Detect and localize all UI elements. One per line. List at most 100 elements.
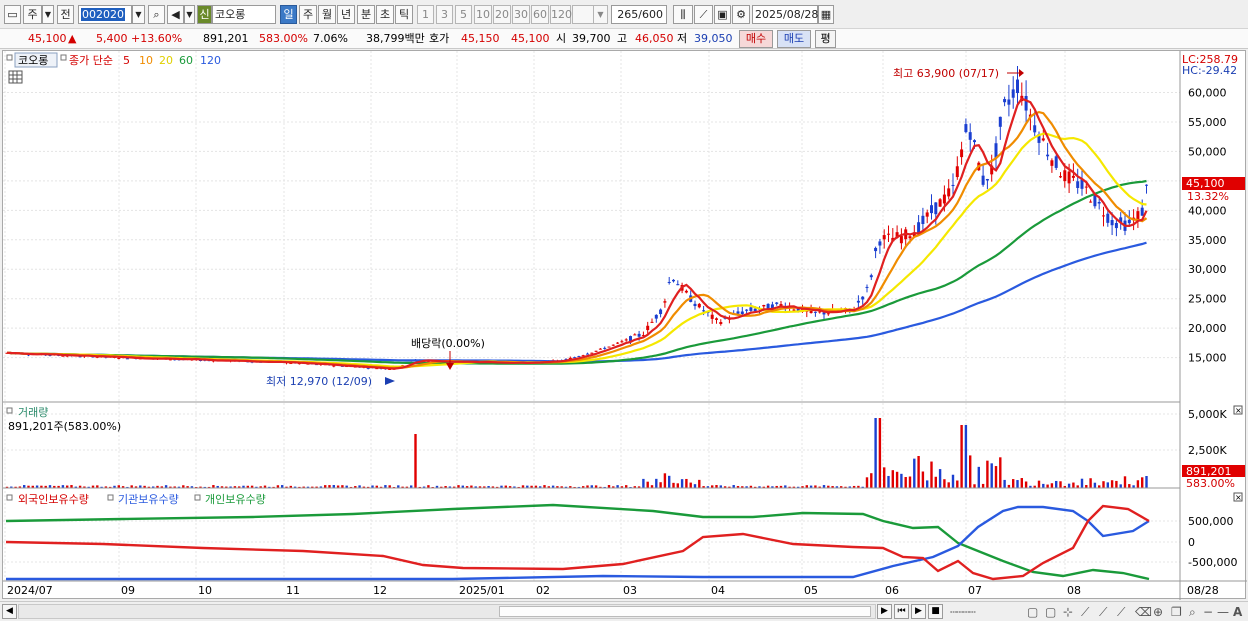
fan-icon[interactable]: ⟋ (1099, 605, 1107, 619)
dash-icon[interactable]: — (1217, 605, 1229, 619)
crosshair-icon[interactable]: ⊹ (1063, 605, 1073, 619)
ma120-label: 120 (200, 54, 221, 67)
tab-month[interactable]: 월 (318, 5, 336, 24)
minus-icon[interactable]: − (1203, 605, 1213, 619)
interval-120[interactable]: 120 (550, 5, 572, 24)
x-tick-label: 09 (121, 584, 135, 597)
volume-bar (999, 457, 1002, 488)
holding-handle-icon[interactable] (6, 494, 13, 501)
scroll-left-icon[interactable]: ◀ (2, 604, 17, 619)
interval-5[interactable]: 5 (455, 5, 472, 24)
interval-1[interactable]: 1 (417, 5, 434, 24)
eraser-icon[interactable]: ⌫ (1135, 605, 1152, 619)
price-chart-svg[interactable]: 60,00055,00050,00045,00040,00035,00030,0… (3, 51, 1247, 600)
volume-handle-icon[interactable] (6, 407, 13, 414)
y-tick-label: 2,500K (1188, 444, 1227, 457)
gear-icon[interactable]: ⚙ (732, 5, 750, 24)
tab-tick[interactable]: 틱 (395, 5, 413, 24)
chevron-down-icon[interactable]: ▼ (42, 5, 54, 24)
zoom-out-all-icon[interactable]: ▢ (1027, 605, 1038, 619)
scroll-right-icon[interactable]: ▶ (877, 604, 892, 619)
date-field[interactable]: 2025/08/28 (752, 5, 818, 24)
search-icon[interactable]: ⌕ (1189, 605, 1196, 619)
interval-30[interactable]: 30 (512, 5, 530, 24)
eval-button[interactable]: 평 (815, 30, 836, 48)
ma10-label: 10 (139, 54, 153, 67)
stop-icon[interactable]: ■ (928, 604, 943, 619)
volume-bar (865, 477, 869, 488)
candle-body (620, 341, 624, 343)
font-size-icon[interactable]: A (1233, 605, 1242, 619)
prev-button[interactable]: 전 (57, 5, 74, 24)
copy-icon[interactable]: ❐ (1171, 605, 1182, 619)
x-tick-label: 04 (711, 584, 725, 597)
rewind-icon[interactable]: ⏮ (894, 604, 909, 619)
play-icon[interactable]: ▶ (911, 604, 926, 619)
tab-minute[interactable]: 분 (357, 5, 375, 24)
buy-button[interactable]: 매수 (739, 30, 773, 48)
interval-20[interactable]: 20 (493, 5, 511, 24)
scroll-track[interactable] (18, 604, 876, 619)
volume-bar (951, 474, 955, 488)
last-price-pct: 13.32% (1187, 190, 1229, 203)
volume-bar (1055, 480, 1058, 488)
custom-interval-dropdown-icon[interactable]: ▼ (593, 5, 608, 24)
volume-bar (981, 483, 985, 488)
window-icon[interactable]: ▭ (4, 5, 21, 24)
x-tick-label: 2025/01 (459, 584, 505, 597)
candle-body (921, 215, 925, 225)
panel-handle-icon[interactable] (6, 54, 13, 61)
stock-name-field[interactable]: 코오롱 (212, 5, 276, 24)
candle-body (1063, 170, 1067, 182)
speed-slider-icon[interactable]: ┄┄┄┄ (950, 605, 976, 619)
ask-price-2: 45,100 (511, 32, 550, 45)
tab-day[interactable]: 일 (280, 5, 297, 24)
save-icon[interactable]: ▣ (714, 5, 731, 24)
price-change: 5,400 (96, 32, 128, 45)
interval-60[interactable]: 60 (531, 5, 549, 24)
search-icon[interactable]: ⌕ (148, 5, 165, 24)
volume-bar (1080, 478, 1084, 488)
interval-3[interactable]: 3 (436, 5, 453, 24)
chart-area[interactable]: 60,00055,00050,00045,00040,00035,00030,0… (2, 50, 1247, 600)
period-select[interactable]: 주 (23, 5, 42, 24)
speaker-icon[interactable]: ◀ (167, 5, 184, 24)
trend-line-icon[interactable]: ⟋ (1081, 605, 1089, 619)
candle-icon[interactable]: ⫼ (673, 5, 693, 24)
interval-10[interactable]: 10 (474, 5, 492, 24)
code-input[interactable]: 002020 (78, 5, 132, 24)
zoom-area-icon[interactable]: ▢ (1045, 605, 1056, 619)
ma20-label: 20 (159, 54, 173, 67)
legend-handle-icon[interactable] (107, 494, 114, 501)
channel-icon[interactable]: ⟋ (1117, 605, 1125, 619)
arrow-right-icon (385, 377, 395, 385)
candle-body (1041, 138, 1045, 141)
tab-second[interactable]: 초 (376, 5, 394, 24)
ma60-line (6, 179, 1147, 365)
stock-tab-label: 코오롱 (18, 54, 48, 67)
tab-year[interactable]: 년 (337, 5, 355, 24)
draw-line-icon[interactable]: ⟋ (694, 5, 713, 24)
low-price: 39,050 (694, 32, 733, 45)
candle-body (942, 194, 946, 204)
zoom-icon[interactable]: ⊕ (1153, 605, 1163, 619)
sell-button[interactable]: 매도 (777, 30, 811, 48)
candle-body (985, 178, 989, 181)
tab-week[interactable]: 주 (299, 5, 317, 24)
volume-bar (904, 477, 907, 488)
volume-bar (883, 467, 886, 488)
volume-bar (964, 425, 968, 488)
calendar-icon[interactable]: ▦ (818, 5, 834, 24)
table-icon[interactable] (8, 70, 23, 84)
candle-body (981, 175, 985, 185)
scroll-thumb[interactable] (499, 606, 871, 617)
volume-bar (943, 479, 946, 488)
speaker-dropdown-icon[interactable]: ▼ (184, 5, 195, 24)
volume-bar (878, 418, 882, 488)
ma-handle-icon[interactable] (60, 54, 67, 61)
count-field[interactable]: 265/600 (611, 5, 667, 24)
code-dropdown-icon[interactable]: ▼ (132, 5, 145, 24)
legend-handle-icon[interactable] (194, 494, 201, 501)
volume-bar (1050, 483, 1054, 488)
candle-body (1033, 125, 1037, 133)
